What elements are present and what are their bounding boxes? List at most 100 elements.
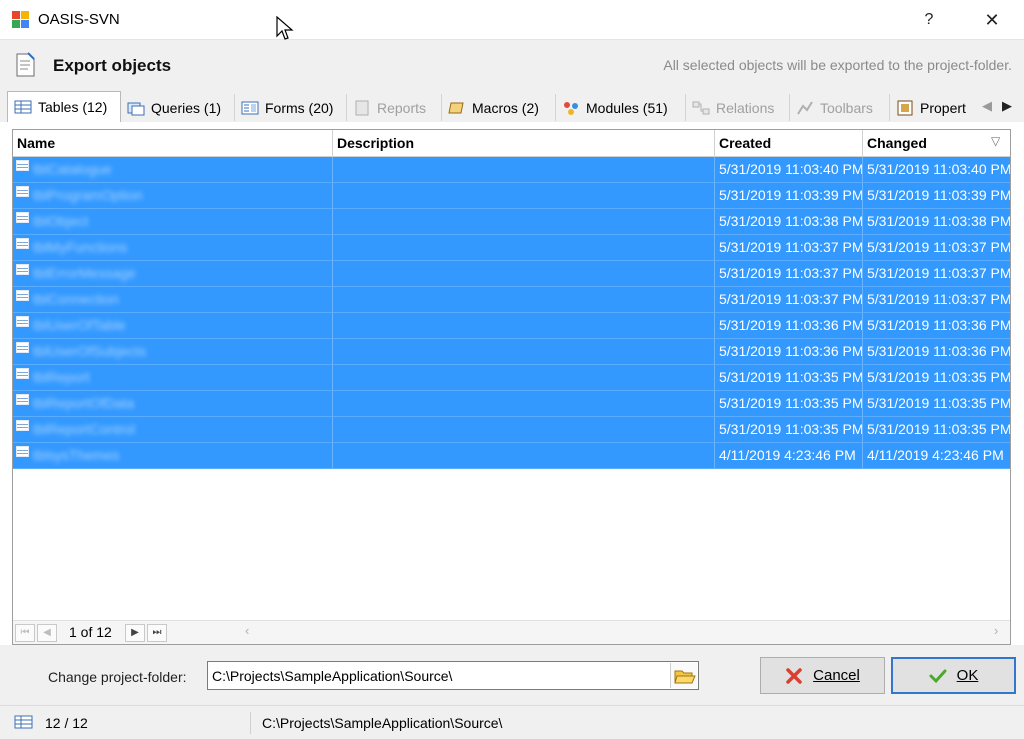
table-row[interactable]: tblConnection 5/31/2019 11:03:37 PM 5/31/2… xyxy=(13,287,1010,313)
table-row[interactable]: tblCatalogue 5/31/2019 11:03:40 PM 5/31/20… xyxy=(13,157,1010,183)
table-row[interactable]: tblReportOfData 5/31/2019 11:03:35 PM 5/31… xyxy=(13,391,1010,417)
table-row[interactable]: tblsysThemes 4/11/2019 4:23:46 PM 4/11/201… xyxy=(13,443,1010,469)
cell-description xyxy=(333,157,715,182)
cell-name: tblMyFunctions xyxy=(13,235,333,260)
table-row[interactable]: tblUserOfTable 5/31/2019 11:03:36 PM 5/31/… xyxy=(13,313,1010,339)
status-divider xyxy=(250,712,251,734)
column-header-changed[interactable]: Changed xyxy=(863,130,1010,157)
tab-scroll-right-icon[interactable]: ▶ xyxy=(998,96,1016,116)
checkmark-icon xyxy=(929,669,947,683)
project-folder-input[interactable] xyxy=(207,661,699,690)
scroll-left-arrow-icon[interactable]: ‹ xyxy=(245,623,249,638)
tab-modules[interactable]: Modules (51) xyxy=(556,94,686,121)
cell-created: 5/31/2019 11:03:36 PM xyxy=(715,313,863,338)
table-row[interactable]: tblProgramOption 5/31/2019 11:03:39 PM 5/3… xyxy=(13,183,1010,209)
table-row[interactable]: tblReport 5/31/2019 11:03:35 PM 5/31/2019 … xyxy=(13,365,1010,391)
cell-name: tblConnection xyxy=(13,287,333,312)
tab-toolbars[interactable]: Toolbars xyxy=(790,94,890,121)
cell-description xyxy=(333,287,715,312)
table-row[interactable]: tblUserOfSubjects 5/31/2019 11:03:36 PM 5/… xyxy=(13,339,1010,365)
object-name: tblsysThemes xyxy=(33,447,120,463)
cell-changed: 5/31/2019 11:03:36 PM xyxy=(867,317,1010,333)
table-row[interactable]: tblReportControl 5/31/2019 11:03:35 PM 5/3… xyxy=(13,417,1010,443)
cell-created: 5/31/2019 11:03:37 PM xyxy=(715,261,863,286)
open-folder-icon xyxy=(674,670,696,684)
close-button[interactable]: ✕ xyxy=(969,0,1015,40)
table-icon xyxy=(16,186,29,197)
tab-properties[interactable]: Propert xyxy=(890,94,976,121)
next-record-button[interactable]: ▶ xyxy=(125,624,145,642)
tab-forms[interactable]: Forms (20) xyxy=(235,94,347,121)
object-name: tblUserOfTable xyxy=(33,317,126,333)
cell-description xyxy=(333,417,715,442)
selection-count: 12 / 12 xyxy=(45,715,88,731)
object-name: tblObject xyxy=(33,213,89,229)
cell-changed: 5/31/2019 11:03:35 PM xyxy=(867,395,1010,411)
tab-macros[interactable]: Macros (2) xyxy=(442,94,556,121)
column-header-created[interactable]: Created xyxy=(715,130,863,157)
table-icon xyxy=(16,160,29,171)
help-button[interactable]: ? xyxy=(906,0,952,40)
export-document-icon xyxy=(16,52,35,77)
status-path: C:\Projects\SampleApplication\Source\ xyxy=(262,715,503,731)
table-row[interactable]: tblErrorMessage 5/31/2019 11:03:37 PM 5/31… xyxy=(13,261,1010,287)
record-navigator: ⏮ ◀ 1 of 12 ▶ ⏭ ‹ › xyxy=(13,620,1010,644)
cell-name: tblErrorMessage xyxy=(13,261,333,286)
tab-reports[interactable]: Reports xyxy=(347,94,442,121)
tab-tables[interactable]: Tables (12) xyxy=(7,91,121,122)
table-row[interactable]: tblMyFunctions 5/31/2019 11:03:37 PM 5/31/… xyxy=(13,235,1010,261)
cancel-button[interactable]: Cancel xyxy=(760,657,885,694)
cell-name: tblReportOfData xyxy=(13,391,333,416)
table-icon xyxy=(16,212,29,223)
oasis-app-icon xyxy=(12,11,30,29)
cell-description xyxy=(333,209,715,234)
module-icon xyxy=(564,101,578,115)
window-title: OASIS-SVN xyxy=(38,11,120,28)
relations-icon xyxy=(692,101,710,114)
first-record-button[interactable]: ⏮ xyxy=(15,624,35,642)
object-name: tblConnection xyxy=(33,291,119,307)
cancel-x-icon xyxy=(786,667,802,684)
cell-description xyxy=(333,443,715,468)
cell-changed: 5/31/2019 11:03:38 PM xyxy=(867,213,1010,229)
object-name: tblMyFunctions xyxy=(33,239,128,255)
status-bar: 12 / 12 C:\Projects\SampleApplication\So… xyxy=(0,705,1024,739)
cell-created: 5/31/2019 11:03:38 PM xyxy=(715,209,863,234)
cell-name: tblReport xyxy=(13,365,333,390)
column-header-name[interactable]: Name xyxy=(13,130,333,157)
macro-icon xyxy=(448,102,464,113)
last-record-button[interactable]: ⏭ xyxy=(147,624,167,642)
report-icon xyxy=(355,100,369,115)
project-folder-label: Change project-folder: xyxy=(48,669,187,685)
cell-changed: 5/31/2019 11:03:35 PM xyxy=(867,369,1010,385)
cell-name: tblUserOfTable xyxy=(13,313,333,338)
cell-created: 5/31/2019 11:03:35 PM xyxy=(715,417,863,442)
cell-changed: 5/31/2019 11:03:37 PM xyxy=(867,291,1010,307)
dialog-header: Export objects All selected objects will… xyxy=(0,40,1024,90)
browse-folder-button[interactable] xyxy=(670,663,697,688)
previous-record-button[interactable]: ◀ xyxy=(37,624,57,642)
table-icon xyxy=(16,368,29,379)
cell-description xyxy=(333,261,715,286)
table-icon xyxy=(16,342,29,353)
cell-description xyxy=(333,365,715,390)
tab-scroll-left-icon[interactable]: ◀ xyxy=(978,96,996,116)
table-icon xyxy=(16,446,29,457)
form-icon xyxy=(241,101,259,114)
scroll-right-arrow-icon[interactable]: › xyxy=(994,623,998,638)
tab-relations[interactable]: Relations xyxy=(686,94,790,121)
table-icon xyxy=(16,290,29,301)
cell-created: 4/11/2019 4:23:46 PM xyxy=(715,443,863,468)
cell-name: tblsysThemes xyxy=(13,443,333,468)
table-row[interactable]: tblObject 5/31/2019 11:03:38 PM 5/31/2019 … xyxy=(13,209,1010,235)
grid-header: Name Description Created Changed ▽ xyxy=(13,130,1010,157)
header-hint: All selected objects will be exported to… xyxy=(663,57,1012,73)
ok-button[interactable]: OK xyxy=(891,657,1016,694)
record-position: 1 of 12 xyxy=(69,624,112,640)
tab-queries[interactable]: Queries (1) xyxy=(121,94,235,121)
sort-descending-icon: ▽ xyxy=(991,134,1001,148)
cell-created: 5/31/2019 11:03:35 PM xyxy=(715,365,863,390)
cell-name: tblObject xyxy=(13,209,333,234)
object-name: tblReportOfData xyxy=(33,395,135,411)
column-header-description[interactable]: Description xyxy=(333,130,715,157)
